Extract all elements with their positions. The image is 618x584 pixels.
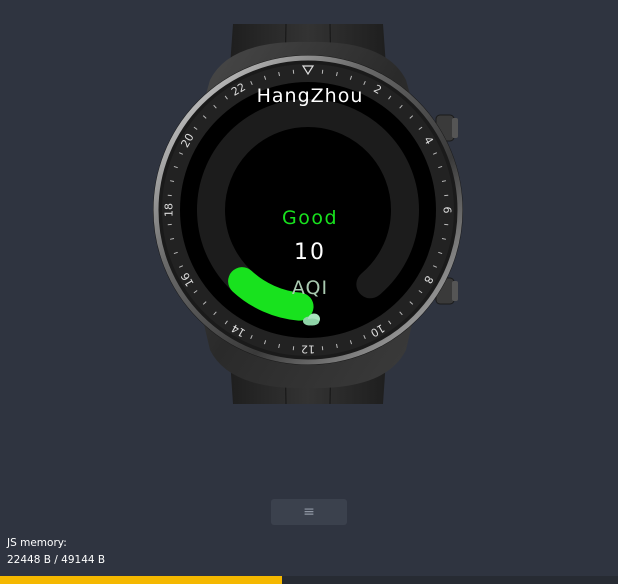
memory-title: JS memory: [7, 537, 67, 549]
memory-usage-bar [0, 576, 618, 584]
menu-button[interactable]: ≡ [271, 499, 347, 525]
bezel-number: 12 [301, 343, 315, 356]
cloud-icon [303, 313, 320, 326]
aqi-value: 10 [294, 240, 326, 265]
aqi-unit-label: AQI [291, 277, 329, 299]
hamburger-menu-icon: ≡ [303, 504, 315, 520]
aqi-status-label: Good [281, 207, 339, 229]
simulator-stage: 12 14 16 18 20 22 2 4 6 8 10 HangZhou Good 10 AQI … [0, 0, 618, 584]
city-name: HangZhou [256, 85, 364, 107]
memory-value: 22448 B / 49144 B [7, 554, 106, 566]
memory-usage-fill [0, 576, 283, 584]
